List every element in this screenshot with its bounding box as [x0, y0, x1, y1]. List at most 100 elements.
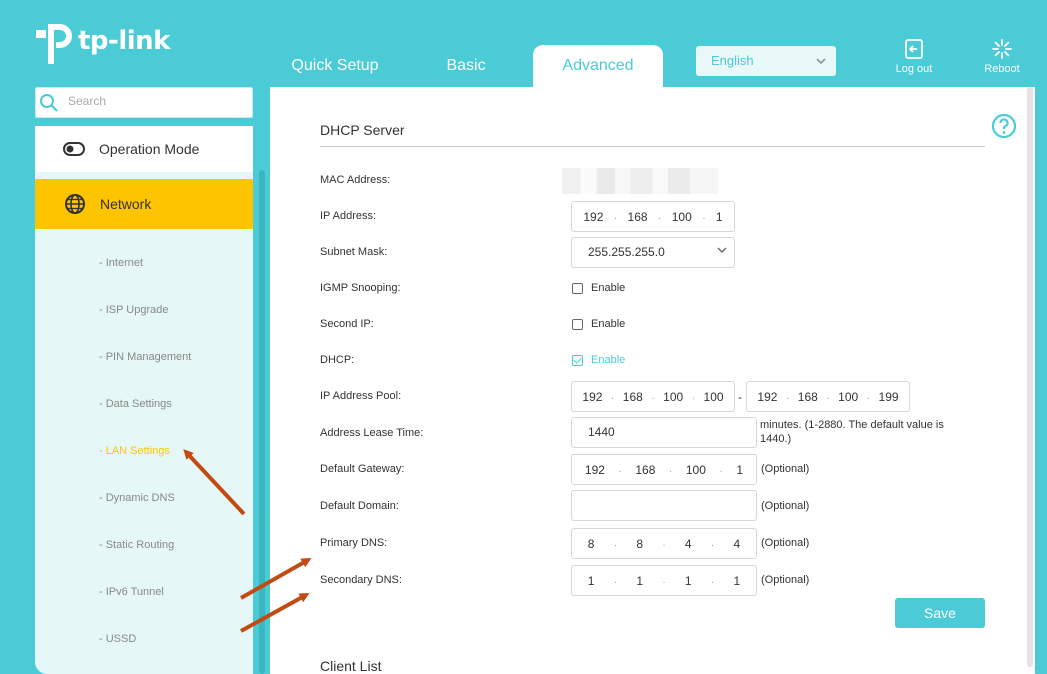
- ip-pool-label: IP Address Pool:: [320, 390, 402, 402]
- primary-dns-field[interactable]: 8. 8. 4. 4: [571, 528, 757, 559]
- secondary-dns-field[interactable]: 1. 1. 1. 1: [571, 565, 757, 596]
- sidebar-item-network[interactable]: Network: [35, 179, 253, 229]
- ip-pool-start-field[interactable]: 192. 168. 100. 100: [571, 381, 735, 412]
- search-icon: [39, 93, 59, 118]
- ip-octet[interactable]: 168: [635, 463, 655, 477]
- default-domain-input[interactable]: [571, 490, 757, 521]
- ip-octet[interactable]: 1: [685, 574, 692, 588]
- ip-octet[interactable]: 1: [636, 574, 643, 588]
- default-gateway-field[interactable]: 192. 168. 100. 1: [571, 454, 757, 485]
- globe-icon: [65, 194, 85, 214]
- reboot-button[interactable]: Reboot: [972, 38, 1032, 75]
- sidebar-item-label: Network: [100, 196, 152, 212]
- chevron-down-icon: [716, 238, 728, 278]
- checkbox-label: Enable: [591, 318, 626, 330]
- optional-note: (Optional): [761, 574, 810, 586]
- reboot-icon: [992, 39, 1012, 59]
- default-gateway-label: Default Gateway:: [320, 463, 405, 475]
- sidebar-subitem-dynamic-dns[interactable]: - Dynamic DNS: [99, 492, 175, 504]
- logout-button[interactable]: Log out: [884, 38, 944, 75]
- lease-time-hint: minutes. (1-2880. The default value is 1…: [760, 419, 944, 445]
- section-title-dhcp-server: DHCP Server: [320, 122, 405, 138]
- chevron-down-icon: [815, 46, 827, 87]
- sidebar-subitem-ipv6-tunnel[interactable]: - IPv6 Tunnel: [99, 586, 164, 598]
- checkbox-box[interactable]: [572, 318, 583, 330]
- tp-link-logo-icon: [36, 24, 72, 64]
- ip-octet[interactable]: 199: [879, 390, 899, 404]
- subnet-mask-label: Subnet Mask:: [320, 246, 388, 258]
- optional-note: (Optional): [761, 463, 810, 475]
- subnet-mask-select[interactable]: 255.255.255.0: [571, 237, 735, 268]
- sidebar-menu: Operation Mode Network - Internet - ISP …: [35, 126, 253, 674]
- ip-octet[interactable]: 168: [798, 390, 818, 404]
- logout-icon: [905, 39, 923, 59]
- ip-pool-end-field[interactable]: 192. 168. 100. 199: [746, 381, 910, 412]
- logo-text: tp-link: [78, 26, 170, 56]
- pool-range-separator: -: [738, 390, 742, 404]
- ip-octet[interactable]: 4: [733, 537, 740, 551]
- sidebar-subitem-ussd[interactable]: - USSD: [99, 633, 136, 645]
- primary-dns-label: Primary DNS:: [320, 537, 388, 549]
- ip-octet[interactable]: 168: [623, 390, 643, 404]
- section-title-client-list: Client List: [320, 658, 382, 674]
- ip-address-label: IP Address:: [320, 210, 377, 222]
- tab-basic[interactable]: Basic: [410, 45, 522, 87]
- search-input[interactable]: [68, 94, 248, 108]
- sidebar-subitem-static-routing[interactable]: - Static Routing: [99, 539, 174, 551]
- sidebar-item-operation-mode[interactable]: Operation Mode: [35, 126, 253, 172]
- ip-octet[interactable]: 168: [628, 210, 648, 224]
- ip-octet[interactable]: 1: [733, 574, 740, 588]
- ip-octet[interactable]: 100: [704, 390, 724, 404]
- ip-octet[interactable]: 1: [588, 574, 595, 588]
- reboot-label: Reboot: [984, 63, 1020, 75]
- sidebar-subitem-lan-settings[interactable]: - LAN Settings: [99, 445, 170, 457]
- checkbox-label: Enable: [591, 282, 626, 294]
- ip-octet[interactable]: 100: [686, 463, 706, 477]
- ip-address-field[interactable]: 192. 168. 100. 1: [571, 201, 735, 232]
- lease-time-label: Address Lease Time:: [320, 427, 424, 439]
- ip-octet[interactable]: 8: [588, 537, 595, 551]
- language-value: English: [711, 53, 754, 68]
- igmp-snooping-label: IGMP Snooping:: [320, 282, 401, 294]
- ip-octet[interactable]: 100: [672, 210, 692, 224]
- igmp-snooping-checkbox[interactable]: Enable: [572, 282, 625, 294]
- sidebar-subitem-isp-upgrade[interactable]: - ISP Upgrade: [99, 304, 169, 316]
- checkbox-checked[interactable]: [572, 354, 583, 366]
- ip-octet[interactable]: 192: [583, 210, 603, 224]
- sidebar-subitem-pin-management[interactable]: - PIN Management: [99, 351, 191, 363]
- ip-octet[interactable]: 8: [636, 537, 643, 551]
- optional-note: (Optional): [761, 500, 810, 512]
- tab-advanced[interactable]: Advanced: [533, 45, 663, 87]
- sidebar-subitem-internet[interactable]: - Internet: [99, 257, 143, 269]
- mac-address-value-blurred: [562, 168, 718, 194]
- search-box: [35, 87, 253, 118]
- lease-time-input[interactable]: 1440: [571, 417, 757, 448]
- tab-quick-setup[interactable]: Quick Setup: [274, 45, 396, 87]
- ip-octet[interactable]: 192: [582, 390, 602, 404]
- toggle-icon: [63, 142, 85, 156]
- sidebar-subitem-data-settings[interactable]: - Data Settings: [99, 398, 172, 410]
- ip-octet[interactable]: 1: [716, 210, 723, 224]
- dhcp-enable-checkbox[interactable]: Enable: [572, 354, 625, 366]
- second-ip-checkbox[interactable]: Enable: [572, 318, 625, 330]
- mac-address-label: MAC Address:: [320, 174, 391, 186]
- section-divider: [320, 146, 985, 147]
- help-icon[interactable]: [990, 112, 1018, 145]
- ip-octet[interactable]: 192: [757, 390, 777, 404]
- main-scrollbar[interactable]: [1027, 87, 1033, 667]
- secondary-dns-label: Secondary DNS:: [320, 574, 402, 586]
- default-domain-label: Default Domain:: [320, 500, 399, 512]
- ip-octet[interactable]: 100: [838, 390, 858, 404]
- checkbox-box[interactable]: [572, 282, 583, 294]
- sidebar-scrollbar[interactable]: [259, 170, 265, 674]
- ip-octet[interactable]: 4: [685, 537, 692, 551]
- save-button[interactable]: Save: [895, 598, 985, 628]
- ip-octet[interactable]: 100: [663, 390, 683, 404]
- second-ip-label: Second IP:: [320, 318, 374, 330]
- ip-octet[interactable]: 1: [736, 463, 743, 477]
- subnet-mask-value: 255.255.255.0: [588, 245, 665, 259]
- ip-octet[interactable]: 192: [585, 463, 605, 477]
- sidebar-item-label: Operation Mode: [99, 141, 200, 157]
- dhcp-label: DHCP:: [320, 354, 355, 366]
- language-select[interactable]: English: [696, 46, 836, 76]
